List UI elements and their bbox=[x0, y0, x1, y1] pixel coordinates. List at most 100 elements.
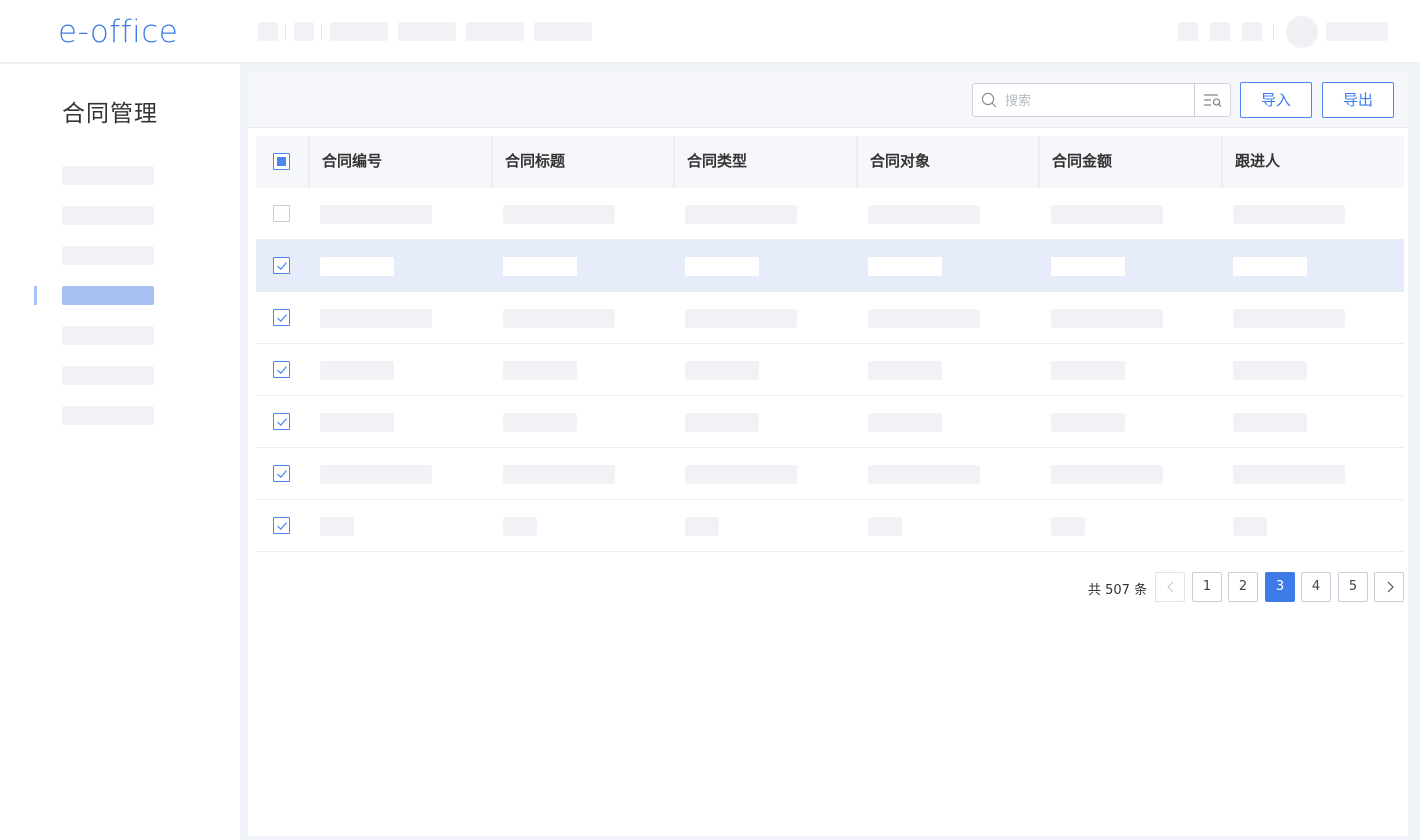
column-header-contract-party[interactable]: 合同对象 bbox=[856, 136, 1039, 188]
header-action-placeholder[interactable] bbox=[1242, 22, 1262, 41]
pagination-page-5[interactable]: 5 bbox=[1338, 572, 1368, 602]
table-cell-placeholder bbox=[1051, 465, 1163, 484]
indeterminate-mark bbox=[277, 157, 286, 166]
table-cell-placeholder bbox=[685, 205, 797, 224]
nav-menu-placeholder[interactable] bbox=[398, 22, 456, 41]
header-action-placeholder[interactable] bbox=[1210, 22, 1230, 41]
nav-menu-placeholder[interactable] bbox=[330, 22, 388, 41]
table-cell-placeholder bbox=[503, 413, 577, 432]
table-body bbox=[256, 188, 1404, 552]
header-action-placeholder[interactable] bbox=[1178, 22, 1198, 41]
table-cell-placeholder bbox=[320, 465, 432, 484]
table-row[interactable] bbox=[256, 344, 1404, 396]
sidebar-item[interactable] bbox=[62, 366, 154, 385]
search-box[interactable] bbox=[972, 83, 1231, 117]
table-row[interactable] bbox=[256, 240, 1404, 292]
table-cell-placeholder bbox=[320, 517, 354, 536]
table-cell-placeholder bbox=[868, 517, 902, 536]
table-cell-placeholder bbox=[503, 361, 577, 380]
table-row[interactable] bbox=[256, 448, 1404, 500]
column-header-contract-type[interactable]: 合同类型 bbox=[673, 136, 856, 188]
chevron-right-icon bbox=[1387, 581, 1394, 593]
nav-menu-placeholder[interactable] bbox=[466, 22, 524, 41]
pagination-page-1[interactable]: 1 bbox=[1192, 572, 1222, 602]
avatar[interactable] bbox=[1286, 16, 1318, 48]
select-all-checkbox[interactable] bbox=[273, 153, 290, 170]
table-row[interactable] bbox=[256, 396, 1404, 448]
table-cell-placeholder bbox=[503, 517, 537, 536]
nav-divider bbox=[285, 25, 286, 39]
row-checkbox[interactable] bbox=[273, 465, 290, 482]
contract-table: 合同编号 合同标题 合同类型 合同对象 合同金额 跟进人 bbox=[256, 136, 1404, 552]
table-cell-placeholder bbox=[868, 413, 942, 432]
sidebar-item[interactable] bbox=[62, 206, 154, 225]
table-cell-placeholder bbox=[1051, 257, 1125, 276]
table-cell-placeholder bbox=[320, 257, 394, 276]
pagination-prev-button[interactable] bbox=[1155, 572, 1185, 602]
nav-menu-placeholder[interactable] bbox=[534, 22, 592, 41]
column-header-contract-no[interactable]: 合同编号 bbox=[308, 136, 491, 188]
table-cell-placeholder bbox=[1051, 205, 1163, 224]
table-cell-placeholder bbox=[1233, 257, 1307, 276]
nav-placeholder-icon[interactable] bbox=[258, 22, 278, 41]
row-checkbox[interactable] bbox=[273, 361, 290, 378]
table-cell-placeholder bbox=[685, 257, 759, 276]
table-cell-placeholder bbox=[1051, 413, 1125, 432]
row-checkbox[interactable] bbox=[273, 205, 290, 222]
export-button[interactable]: 导出 bbox=[1322, 82, 1394, 118]
pagination-next-button[interactable] bbox=[1374, 572, 1404, 602]
sidebar-item-active[interactable] bbox=[62, 286, 154, 305]
import-button[interactable]: 导入 bbox=[1240, 82, 1312, 118]
toolbar: 导入 导出 bbox=[248, 72, 1408, 128]
main-panel: 导入 导出 合同编号 合同标题 合同类型 合同对象 合同金额 跟进人 共 507… bbox=[248, 72, 1408, 836]
sidebar-item[interactable] bbox=[62, 166, 154, 185]
table-row[interactable] bbox=[256, 292, 1404, 344]
table-row[interactable] bbox=[256, 500, 1404, 552]
table-header: 合同编号 合同标题 合同类型 合同对象 合同金额 跟进人 bbox=[256, 136, 1404, 188]
header-divider bbox=[1273, 25, 1274, 39]
pagination-total: 共 507 条 bbox=[1088, 583, 1148, 598]
sidebar-item[interactable] bbox=[62, 246, 154, 265]
table-cell-placeholder bbox=[1233, 205, 1345, 224]
checkbox-checked-icon bbox=[277, 522, 287, 531]
column-header-follower[interactable]: 跟进人 bbox=[1221, 136, 1404, 188]
sidebar: 合同管理 bbox=[0, 64, 240, 840]
table-cell-placeholder bbox=[685, 517, 719, 536]
table-cell-placeholder bbox=[1233, 465, 1345, 484]
username-placeholder[interactable] bbox=[1326, 22, 1388, 41]
top-bar: e-office bbox=[0, 0, 1420, 63]
table-cell-placeholder bbox=[320, 361, 394, 380]
sidebar-item[interactable] bbox=[62, 406, 154, 425]
table-cell-placeholder bbox=[1051, 309, 1163, 328]
sidebar-item[interactable] bbox=[62, 326, 154, 345]
nav-divider bbox=[321, 25, 322, 39]
row-checkbox[interactable] bbox=[273, 257, 290, 274]
row-checkbox[interactable] bbox=[273, 413, 290, 430]
search-icon bbox=[981, 92, 997, 108]
column-header-contract-title[interactable]: 合同标题 bbox=[491, 136, 674, 188]
table-cell-placeholder bbox=[503, 309, 615, 328]
table-cell-placeholder bbox=[868, 205, 980, 224]
advanced-search-button[interactable] bbox=[1194, 84, 1230, 116]
table-cell-placeholder bbox=[320, 205, 432, 224]
table-cell-placeholder bbox=[1233, 517, 1267, 536]
search-input[interactable] bbox=[1005, 90, 1190, 112]
app-logo[interactable]: e-office bbox=[58, 14, 178, 50]
table-row[interactable] bbox=[256, 188, 1404, 240]
table-cell-placeholder bbox=[1233, 309, 1345, 328]
pagination-page-4[interactable]: 4 bbox=[1301, 572, 1331, 602]
row-checkbox[interactable] bbox=[273, 517, 290, 534]
table-cell-placeholder bbox=[320, 413, 394, 432]
checkbox-checked-icon bbox=[277, 366, 287, 375]
chevron-left-icon bbox=[1167, 581, 1174, 593]
table-cell-placeholder bbox=[320, 309, 432, 328]
filter-search-icon bbox=[1203, 94, 1221, 107]
pagination-page-2[interactable]: 2 bbox=[1228, 572, 1258, 602]
table-cell-placeholder bbox=[1233, 361, 1307, 380]
table-cell-placeholder bbox=[1051, 361, 1125, 380]
column-header-contract-amount[interactable]: 合同金额 bbox=[1038, 136, 1221, 188]
nav-placeholder-icon[interactable] bbox=[294, 22, 314, 41]
pagination-page-3[interactable]: 3 bbox=[1265, 572, 1295, 602]
row-checkbox[interactable] bbox=[273, 309, 290, 326]
table-cell-placeholder bbox=[685, 361, 759, 380]
